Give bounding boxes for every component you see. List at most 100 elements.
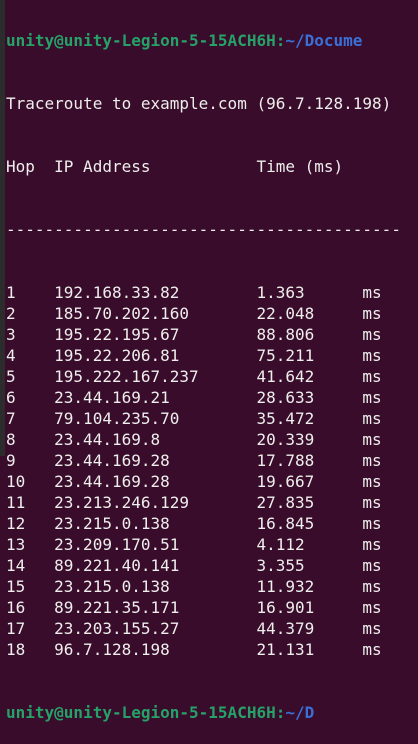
table-row: 10 23.44.169.28 19.667 ms bbox=[6, 471, 401, 492]
cell-ip: 23.44.169.28 bbox=[54, 472, 170, 491]
prompt-user-host: unity@unity-Legion-5-15ACH6H: bbox=[6, 31, 286, 50]
cell-hop: 1 bbox=[6, 283, 16, 302]
prompt-path: ~/D bbox=[285, 703, 315, 722]
table-row: 5 195.222.167.237 41.642 ms bbox=[6, 366, 401, 387]
cell-ip: 23.44.169.8 bbox=[54, 430, 161, 449]
cell-hop: 3 bbox=[6, 325, 16, 344]
cell-time: 11.932 bbox=[256, 577, 315, 596]
traceroute-title: Traceroute to example.com (96.7.128.198) bbox=[6, 94, 392, 113]
table-row: 16 89.221.35.171 16.901 ms bbox=[6, 597, 401, 618]
cell-unit: ms bbox=[362, 346, 382, 365]
cell-unit: ms bbox=[362, 472, 382, 491]
table-row: 13 23.209.170.51 4.112 ms bbox=[6, 534, 401, 555]
cell-ip: 23.215.0.138 bbox=[54, 514, 170, 533]
cell-time: 44.379 bbox=[256, 619, 315, 638]
cell-ip: 23.44.169.28 bbox=[54, 451, 170, 470]
cell-ip: 192.168.33.82 bbox=[54, 283, 180, 302]
cell-unit: ms bbox=[362, 598, 382, 617]
cell-hop: 7 bbox=[6, 409, 16, 428]
cell-time: 16.901 bbox=[256, 598, 315, 617]
cell-hop: 6 bbox=[6, 388, 16, 407]
prompt-path: ~/Docume bbox=[285, 31, 363, 50]
cell-ip: 89.221.35.171 bbox=[54, 598, 180, 617]
cell-unit: ms bbox=[362, 577, 382, 596]
cell-time: 22.048 bbox=[256, 304, 315, 323]
cell-time: 41.642 bbox=[256, 367, 315, 386]
cell-ip: 89.221.40.141 bbox=[54, 556, 180, 575]
cell-hop: 17 bbox=[6, 619, 26, 638]
cell-hop: 11 bbox=[6, 493, 26, 512]
cell-time: 20.339 bbox=[256, 430, 315, 449]
cell-unit: ms bbox=[362, 514, 382, 533]
cell-hop: 18 bbox=[6, 640, 26, 659]
cell-time: 88.806 bbox=[256, 325, 315, 344]
cell-ip: 23.203.155.27 bbox=[54, 619, 180, 638]
cell-ip: 23.209.170.51 bbox=[54, 535, 180, 554]
header-time: Time (ms) bbox=[256, 157, 344, 176]
cell-ip: 79.104.235.70 bbox=[54, 409, 180, 428]
table-row: 12 23.215.0.138 16.845 ms bbox=[6, 513, 401, 534]
table-row: 4 195.22.206.81 75.211 ms bbox=[6, 345, 401, 366]
cell-unit: ms bbox=[362, 409, 382, 428]
table-row: 11 23.213.246.129 27.835 ms bbox=[6, 492, 401, 513]
cell-time: 35.472 bbox=[256, 409, 315, 428]
cell-time: 16.845 bbox=[256, 514, 315, 533]
prompt-user-host: unity@unity-Legion-5-15ACH6H: bbox=[6, 703, 286, 722]
cell-hop: 10 bbox=[6, 472, 26, 491]
cell-unit: ms bbox=[362, 619, 382, 638]
cell-unit: ms bbox=[362, 388, 382, 407]
cell-hop: 15 bbox=[6, 577, 26, 596]
cell-time: 3.355 bbox=[256, 556, 305, 575]
table-row: 15 23.215.0.138 11.932 ms bbox=[6, 576, 401, 597]
table-row: 6 23.44.169.21 28.633 ms bbox=[6, 387, 401, 408]
table-row: 18 96.7.128.198 21.131 ms bbox=[6, 639, 401, 660]
cell-unit: ms bbox=[362, 451, 382, 470]
cell-unit: ms bbox=[362, 283, 382, 302]
cell-time: 4.112 bbox=[256, 535, 305, 554]
table-row: 3 195.22.195.67 88.806 ms bbox=[6, 324, 401, 345]
header-ip: IP Address bbox=[54, 157, 151, 176]
cell-unit: ms bbox=[362, 535, 382, 554]
cell-unit: ms bbox=[362, 304, 382, 323]
cell-hop: 5 bbox=[6, 367, 16, 386]
cell-unit: ms bbox=[362, 493, 382, 512]
cell-time: 75.211 bbox=[256, 346, 315, 365]
cell-time: 19.667 bbox=[256, 472, 315, 491]
table-row: 8 23.44.169.8 20.339 ms bbox=[6, 429, 401, 450]
cell-unit: ms bbox=[362, 325, 382, 344]
separator: ----------------------------------------… bbox=[6, 220, 401, 239]
cell-ip: 96.7.128.198 bbox=[54, 640, 170, 659]
cell-ip: 23.213.246.129 bbox=[54, 493, 190, 512]
cell-time: 1.363 bbox=[256, 283, 305, 302]
cell-time: 21.131 bbox=[256, 640, 315, 659]
table-row: 9 23.44.169.28 17.788 ms bbox=[6, 450, 401, 471]
cell-unit: ms bbox=[362, 430, 382, 449]
table-row: 7 79.104.235.70 35.472 ms bbox=[6, 408, 401, 429]
table-row: 2 185.70.202.160 22.048 ms bbox=[6, 303, 401, 324]
cell-ip: 23.44.169.21 bbox=[54, 388, 170, 407]
cell-ip: 23.215.0.138 bbox=[54, 577, 170, 596]
cell-hop: 8 bbox=[6, 430, 16, 449]
cell-hop: 16 bbox=[6, 598, 26, 617]
table-header: Hop IP Address Time (ms) bbox=[6, 156, 401, 177]
cell-time: 28.633 bbox=[256, 388, 315, 407]
cell-hop: 14 bbox=[6, 556, 26, 575]
prompt-line: unity@unity-Legion-5-15ACH6H:~/Docume bbox=[6, 30, 401, 51]
cell-hop: 9 bbox=[6, 451, 16, 470]
cell-time: 17.788 bbox=[256, 451, 315, 470]
table-row: 1 192.168.33.82 1.363 ms bbox=[6, 282, 401, 303]
cell-ip: 195.22.195.67 bbox=[54, 325, 180, 344]
cell-hop: 12 bbox=[6, 514, 26, 533]
table-row: 14 89.221.40.141 3.355 ms bbox=[6, 555, 401, 576]
cell-hop: 2 bbox=[6, 304, 16, 323]
cell-ip: 185.70.202.160 bbox=[54, 304, 190, 323]
header-hop: Hop bbox=[6, 157, 35, 176]
cell-ip: 195.222.167.237 bbox=[54, 367, 199, 386]
cell-time: 27.835 bbox=[256, 493, 315, 512]
cell-unit: ms bbox=[362, 367, 382, 386]
cell-ip: 195.22.206.81 bbox=[54, 346, 180, 365]
terminal-output[interactable]: unity@unity-Legion-5-15ACH6H:~/Docume Tr… bbox=[6, 0, 401, 744]
cell-unit: ms bbox=[362, 556, 382, 575]
table-row: 17 23.203.155.27 44.379 ms bbox=[6, 618, 401, 639]
prompt-line-bottom: unity@unity-Legion-5-15ACH6H:~/D bbox=[6, 702, 401, 723]
